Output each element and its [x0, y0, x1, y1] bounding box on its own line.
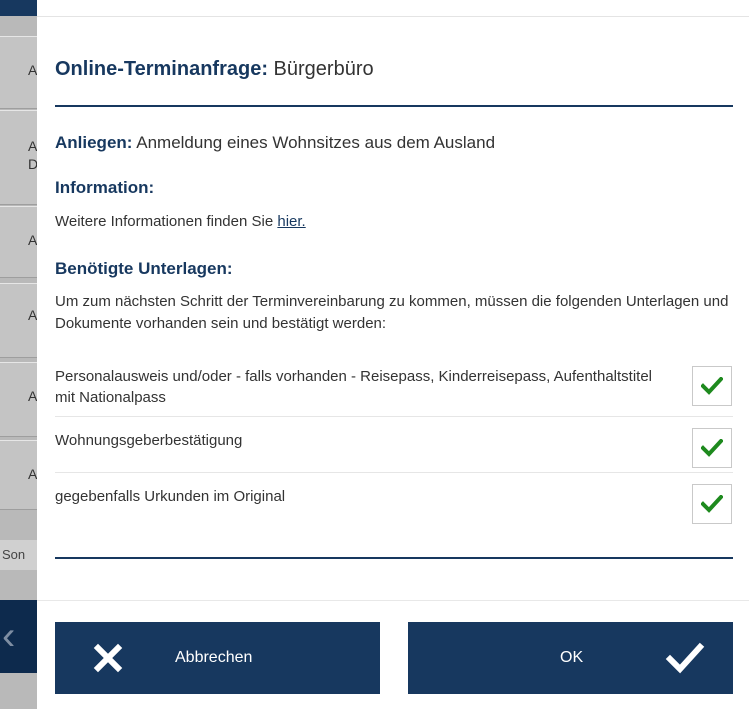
requirement-divider	[55, 416, 733, 417]
requirement-label: Wohnungsgeberbestätigung	[55, 432, 243, 449]
background-list-item[interactable]: A	[0, 440, 37, 510]
dialog-title-prefix: Online-Terminanfrage:	[55, 58, 268, 80]
ok-button[interactable]: OK	[408, 622, 733, 694]
requirement-checkbox[interactable]	[692, 366, 732, 406]
dialog-title: Online-Terminanfrage: Bürgerbüro	[55, 58, 374, 81]
background-list-item-label: A	[28, 307, 37, 323]
background-list-item[interactable]: A	[0, 283, 37, 358]
check-icon	[701, 495, 723, 513]
background-list-item[interactable]: A	[0, 36, 37, 109]
background-top-bar	[0, 0, 37, 16]
background-list-item[interactable]: A D	[0, 110, 37, 205]
appointment-dialog: Online-Terminanfrage: Bürgerbüro Anliege…	[37, 0, 749, 709]
cancel-button[interactable]: Abbrechen	[55, 622, 380, 694]
background-list-item[interactable]: A	[0, 206, 37, 278]
footer-divider	[37, 600, 749, 601]
requirement-row: Wohnungsgeberbestätigung	[55, 428, 733, 472]
requirement-divider	[55, 472, 733, 473]
background-list-item-label: A D	[28, 138, 37, 172]
concern-value: Anmeldung eines Wohnsitzes aus dem Ausla…	[132, 133, 496, 152]
concern-line: Anliegen: Anmeldung eines Wohnsitzes aus…	[55, 133, 495, 153]
check-icon	[701, 377, 723, 395]
requirement-checkbox[interactable]	[692, 484, 732, 524]
background-list-item[interactable]: A	[0, 362, 37, 437]
check-icon	[665, 642, 705, 674]
dialog-top-divider	[37, 16, 749, 17]
dialog-title-office: Bürgerbüro	[268, 58, 374, 80]
background-list-item-label: A	[28, 466, 37, 482]
background-page: A A D A A A A Son ‹	[0, 0, 37, 709]
requirement-row: gegebenfalls Urkunden im Original	[55, 484, 733, 524]
documents-heading: Benötigte Unterlagen:	[55, 259, 233, 278]
information-link[interactable]: hier.	[277, 213, 305, 230]
background-list-item-label: A	[28, 232, 37, 248]
background-back-button[interactable]: ‹	[0, 600, 37, 673]
background-list-item-label: A	[28, 388, 37, 404]
cancel-button-label: Abbrechen	[175, 649, 253, 666]
information-text: Weitere Informationen finden Sie hier.	[55, 211, 306, 233]
title-divider	[55, 105, 733, 107]
close-icon	[93, 643, 123, 673]
content-bottom-divider	[55, 557, 733, 559]
information-text-prefix: Weitere Informationen finden Sie	[55, 213, 278, 230]
background-son-label: Son	[0, 540, 37, 570]
requirement-checkbox[interactable]	[692, 428, 732, 468]
requirement-label: Personalausweis und/oder - falls vorhand…	[55, 368, 652, 406]
concern-label: Anliegen:	[55, 133, 133, 152]
documents-intro: Um zum nächsten Schritt der Terminverein…	[55, 293, 729, 332]
ok-button-label: OK	[560, 649, 584, 666]
requirement-label: gegebenfalls Urkunden im Original	[55, 488, 286, 505]
requirement-row: Personalausweis und/oder - falls vorhand…	[55, 364, 733, 416]
information-heading: Information:	[55, 178, 155, 197]
check-icon	[701, 439, 723, 457]
background-list-item-label: A	[28, 62, 37, 78]
